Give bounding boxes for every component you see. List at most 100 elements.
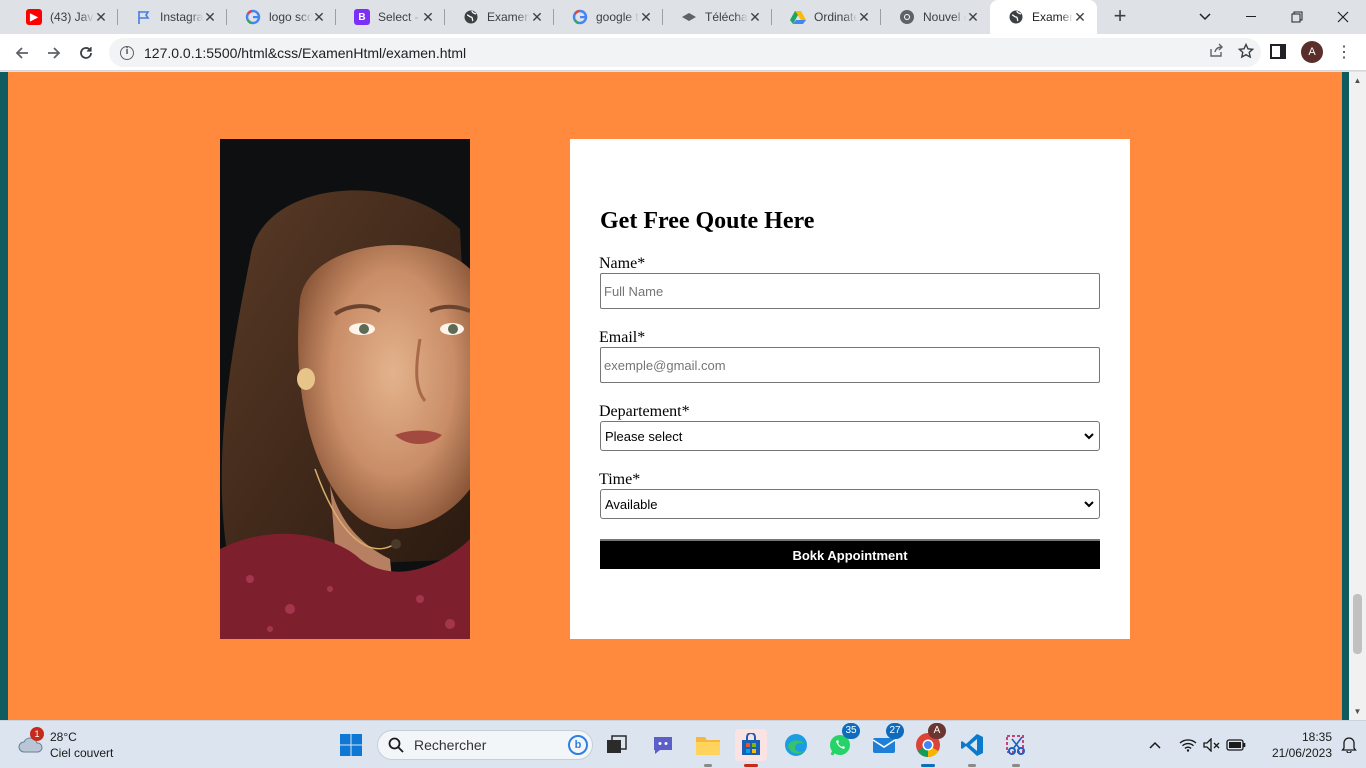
running-indicator	[921, 764, 935, 767]
bing-icon[interactable]: b	[568, 735, 588, 755]
scroll-thumb[interactable]	[1353, 594, 1362, 654]
drive-icon	[790, 9, 806, 25]
form-heading: Get Free Qoute Here	[600, 208, 815, 234]
bootstrap-icon: B	[354, 9, 370, 25]
email-input[interactable]	[600, 347, 1100, 383]
chevron-down-icon	[1084, 501, 1094, 508]
google-icon	[572, 9, 588, 25]
wifi-icon[interactable]	[1178, 735, 1198, 755]
tab-examen-active[interactable]: Examen ✕	[990, 0, 1097, 34]
name-input[interactable]	[600, 273, 1100, 309]
page-scrollbar[interactable]: ▲ ▼	[1349, 72, 1366, 720]
close-icon[interactable]: ✕	[421, 9, 435, 26]
running-indicator	[1012, 764, 1020, 767]
time-select[interactable]: Available	[600, 489, 1100, 519]
tab-search-icon[interactable]	[1182, 0, 1228, 34]
edge-browser-icon[interactable]	[780, 729, 812, 761]
mail-icon[interactable]: 27	[868, 723, 904, 761]
close-icon[interactable]: ✕	[530, 9, 544, 26]
reload-button[interactable]	[73, 40, 99, 66]
weather-badge: 1	[30, 727, 44, 741]
email-label: Email*	[599, 329, 646, 346]
tab-google[interactable]: google t ✕	[554, 0, 663, 34]
close-icon[interactable]: ✕	[203, 9, 217, 26]
system-clock[interactable]: 18:35 21/06/2023	[1252, 729, 1332, 761]
scroll-up-arrow-icon[interactable]: ▲	[1349, 72, 1366, 89]
battery-icon[interactable]	[1226, 735, 1246, 755]
tab-title: Ordinate	[814, 10, 857, 24]
tab-drive[interactable]: Ordinate ✕	[772, 0, 881, 34]
menu-icon[interactable]: ⋮	[1334, 43, 1354, 63]
taskbar-search[interactable]: Rechercher b	[377, 730, 593, 760]
tab-youtube[interactable]: ▶ (43) Java ✕	[8, 0, 118, 34]
file-explorer-icon[interactable]	[692, 729, 724, 767]
close-icon[interactable]: ✕	[312, 9, 326, 26]
tab-instagram[interactable]: Instagram ✕	[118, 0, 227, 34]
tab-title: google t	[596, 10, 639, 24]
new-tab-button[interactable]: +	[1108, 5, 1132, 29]
minimize-button[interactable]	[1228, 0, 1274, 34]
show-hidden-icons-chevron-up-icon[interactable]	[1146, 735, 1164, 755]
weather-desc: Ciel couvert	[50, 746, 114, 760]
address-bar[interactable]: i 127.0.0.1:5500/html&css/ExamenHtml/exa…	[109, 38, 1261, 67]
close-icon[interactable]: ✕	[1073, 9, 1087, 26]
site-info-icon[interactable]: i	[120, 45, 134, 60]
close-icon[interactable]: ✕	[748, 9, 762, 26]
tab-bootstrap-select[interactable]: B Select - B ✕	[336, 0, 445, 34]
page-section: Get Free Qoute Here Name* Email* Departe…	[0, 72, 1349, 720]
mail-badge: 27	[886, 723, 904, 739]
close-icon[interactable]: ✕	[857, 9, 871, 26]
close-window-button[interactable]	[1320, 0, 1366, 34]
portrait-image	[220, 139, 470, 639]
teams-chat-icon[interactable]	[647, 729, 679, 761]
clock-date: 21/06/2023	[1271, 746, 1332, 760]
vscode-icon[interactable]	[956, 729, 988, 767]
side-panel-icon[interactable]	[1270, 44, 1286, 59]
close-icon[interactable]: ✕	[94, 9, 108, 26]
tab-title: Examen	[1032, 10, 1073, 24]
microsoft-store-icon[interactable]	[735, 729, 767, 767]
chrome-taskbar-icon[interactable]: A	[912, 723, 946, 767]
clock-time: 18:35	[1301, 730, 1332, 744]
volume-muted-icon[interactable]	[1202, 735, 1222, 755]
forward-button[interactable]	[41, 40, 67, 66]
browser-toolbar: i 127.0.0.1:5500/html&css/ExamenHtml/exa…	[0, 34, 1366, 71]
tab-title: Instagram	[160, 10, 203, 24]
notification-bell-icon[interactable]	[1340, 735, 1358, 753]
youtube-icon: ▶	[26, 9, 42, 25]
tab-examen-1[interactable]: Examen ✕	[445, 0, 554, 34]
close-icon[interactable]: ✕	[639, 9, 653, 26]
globe-icon	[463, 9, 479, 25]
chevron-down-icon	[1084, 433, 1094, 440]
url-text[interactable]: 127.0.0.1:5500/html&css/ExamenHtml/exame…	[144, 45, 1201, 61]
department-label: Departement*	[599, 403, 690, 420]
layers-icon	[681, 9, 697, 25]
tab-nouvel-onglet[interactable]: Nouvel o ✕	[881, 0, 990, 34]
whatsapp-icon[interactable]: 35	[824, 723, 860, 761]
scroll-down-arrow-icon[interactable]: ▼	[1349, 703, 1366, 720]
time-label: Time*	[599, 471, 641, 488]
bookmark-star-icon[interactable]	[1231, 42, 1261, 63]
flag-icon	[136, 9, 152, 25]
start-button[interactable]	[335, 729, 367, 761]
close-icon[interactable]: ✕	[966, 9, 980, 26]
back-button[interactable]	[9, 40, 35, 66]
restore-button[interactable]	[1274, 0, 1320, 34]
book-appointment-button[interactable]: Bokk Appointment	[600, 539, 1100, 569]
weather-temp: 28°C	[50, 730, 77, 744]
snipping-tool-icon[interactable]	[1000, 729, 1032, 767]
tab-logo-search[interactable]: logo sco ✕	[227, 0, 336, 34]
profile-avatar[interactable]: A	[1301, 41, 1323, 63]
search-icon	[388, 737, 404, 753]
share-icon[interactable]	[1201, 43, 1231, 62]
running-indicator	[704, 764, 712, 767]
department-select[interactable]: Please select	[600, 421, 1100, 451]
tab-title: (43) Java	[50, 10, 94, 24]
running-indicator	[968, 764, 976, 767]
task-view-icon[interactable]	[601, 729, 633, 761]
running-indicator	[744, 764, 758, 767]
tab-telechargement[interactable]: Téléchar ✕	[663, 0, 772, 34]
tab-title: Téléchar	[705, 10, 748, 24]
globe-icon	[1008, 9, 1024, 25]
weather-widget[interactable]: 1 28°C Ciel couvert	[14, 727, 134, 763]
